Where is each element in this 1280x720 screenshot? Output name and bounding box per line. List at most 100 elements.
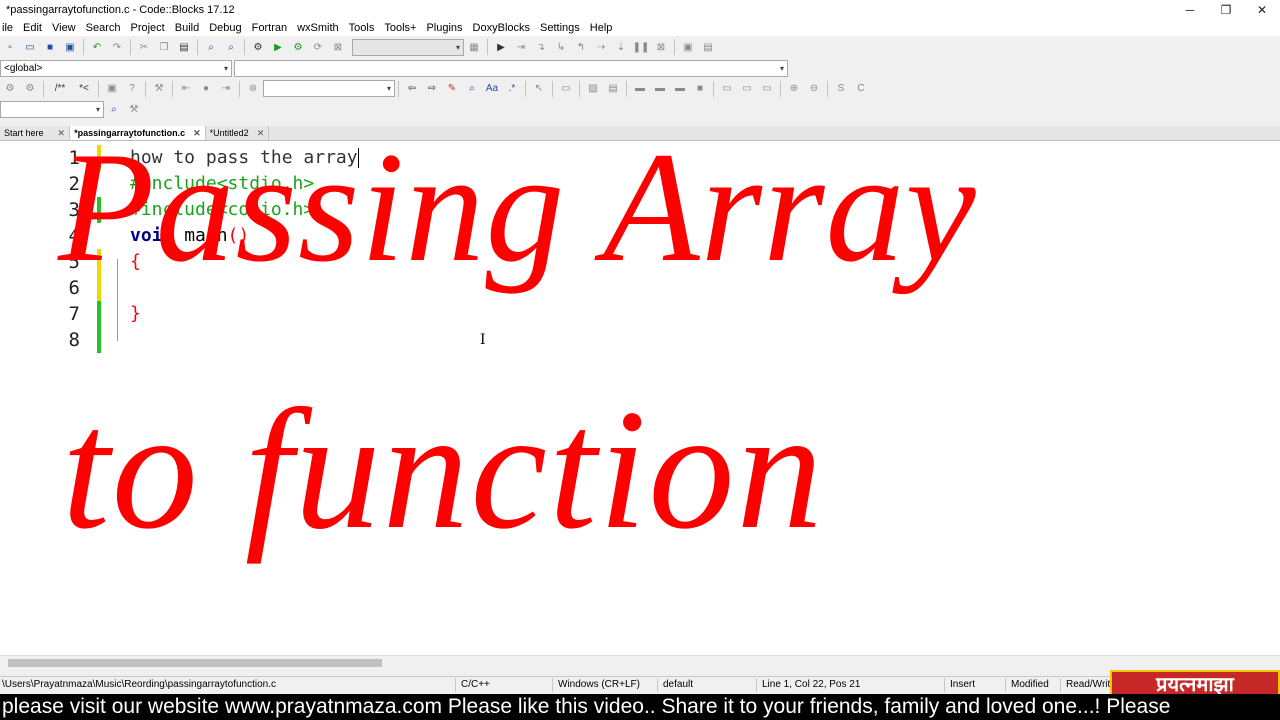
quick-search-combo[interactable]: ▾ [0,101,104,118]
function-select[interactable]: ▾ [234,59,788,77]
layout-icon[interactable]: ▬ [652,81,668,97]
line-comment-button[interactable]: *< [75,81,93,97]
symbol-s-icon[interactable]: S [833,81,849,97]
search-icon[interactable]: ⌕ [106,102,122,118]
stop-debug-icon[interactable]: ⊠ [653,39,669,55]
close-icon[interactable]: ✕ [193,128,201,139]
replace-icon[interactable]: ⌕ [223,39,239,55]
step-out-icon[interactable]: ↰ [573,39,589,55]
menu-tools-plus[interactable]: Tools+ [379,22,421,34]
rebuild-icon[interactable]: ⟳ [310,39,326,55]
menu-debug[interactable]: Debug [204,22,246,34]
open-file-icon[interactable]: ▭ [22,39,38,55]
redo-icon[interactable]: ↷ [109,39,125,55]
close-icon[interactable]: ✕ [58,128,66,139]
layout-icon[interactable]: ▬ [672,81,688,97]
menu-build[interactable]: Build [170,22,204,34]
menu-plugins[interactable]: Plugins [421,22,467,34]
cut-icon[interactable]: ✂ [136,39,152,55]
toolbar-separator [239,80,240,97]
save-icon[interactable]: ■ [42,39,58,55]
debug-info-icon[interactable]: ▤ [700,39,716,55]
abort-icon[interactable]: ⊠ [330,39,346,55]
document-icon[interactable]: ▤ [605,81,621,97]
menu-fortran[interactable]: Fortran [247,22,292,34]
frame-icon[interactable]: ▭ [759,81,775,97]
code-token: main [173,225,228,246]
next-instruction-icon[interactable]: ⇢ [593,39,609,55]
frame-icon[interactable]: ▭ [739,81,755,97]
menu-edit[interactable]: Edit [18,22,47,34]
line-number: 1 [68,147,80,169]
code-editor[interactable]: 1 2 3 4 5 6 7 8 how to pass the array #i… [0,141,1280,655]
minimize-button[interactable]: ─ [1172,0,1208,20]
build-and-run-icon[interactable]: ⚙ [290,39,306,55]
paste-icon[interactable]: ▤ [176,39,192,55]
save-all-icon[interactable]: ▣ [62,39,78,55]
step-into-icon[interactable]: ↳ [553,39,569,55]
copy-icon[interactable]: ❐ [156,39,172,55]
regex-match-icon[interactable]: .* [504,81,520,97]
toggle-bookmark-icon[interactable]: ● [198,81,214,97]
regex-icon[interactable]: ⊛ [245,81,261,97]
zoom-in-icon[interactable]: ⊕ [786,81,802,97]
doxywizard-icon[interactable]: ⚙ [2,81,18,97]
step-into-instruction-icon[interactable]: ⇣ [613,39,629,55]
menu-tools[interactable]: Tools [344,22,380,34]
zoom-out-icon[interactable]: ⊖ [806,81,822,97]
menu-search[interactable]: Search [81,22,126,34]
pause-icon[interactable]: ❚❚ [633,39,650,55]
find-next-icon[interactable]: ⇨ [424,81,440,97]
close-button[interactable]: ✕ [1244,0,1280,20]
tab-start-here[interactable]: Start here ✕ [0,126,71,140]
change-marker-saved [97,301,101,353]
menu-settings[interactable]: Settings [535,22,585,34]
search-options-icon[interactable]: ⚒ [126,102,142,118]
rectangle-icon[interactable]: ▭ [558,81,574,97]
tab-untitled2[interactable]: *Untitled2 ✕ [206,126,270,140]
line-number: 6 [68,277,80,299]
select-cursor-icon[interactable]: ↖ [531,81,547,97]
frame-icon[interactable]: ▭ [719,81,735,97]
menu-project[interactable]: Project [126,22,170,34]
debug-windows-icon[interactable]: ▣ [680,39,696,55]
preferences-wrench-icon[interactable]: ⚒ [151,81,167,97]
next-line-icon[interactable]: ↴ [533,39,549,55]
html-docs-icon[interactable]: ▣ [104,81,120,97]
run-to-cursor-icon[interactable]: ⇥ [513,39,529,55]
undo-icon[interactable]: ↶ [89,39,105,55]
debug-start-icon[interactable]: ▶ [493,39,509,55]
horizontal-scrollbar[interactable] [0,655,1280,669]
run-icon[interactable]: ▶ [270,39,286,55]
image-icon[interactable]: ▨ [585,81,601,97]
extract-docs-icon[interactable]: ⚙ [22,81,38,97]
find-icon[interactable]: ⌕ [203,39,219,55]
new-file-icon[interactable]: ▫ [2,39,18,55]
restore-button[interactable]: ❐ [1208,0,1244,20]
menu-wxsmith[interactable]: wxSmith [292,22,344,34]
prev-bookmark-icon[interactable]: ⇤ [178,81,194,97]
target-options-icon[interactable]: ▦ [466,39,482,55]
menu-help[interactable]: Help [585,22,618,34]
menu-file[interactable]: ile [0,22,18,34]
symbol-c-icon[interactable]: C [853,81,869,97]
layout-icon[interactable]: ■ [692,81,708,97]
find-prev-icon[interactable]: ⇦ [404,81,420,97]
scrollbar-thumb[interactable] [8,659,382,667]
menu-doxyblocks[interactable]: DoxyBlocks [468,22,535,34]
tab-passingarraytofunction[interactable]: *passingarraytofunction.c ✕ [70,126,206,140]
layout-icon[interactable]: ▬ [632,81,648,97]
close-icon[interactable]: ✕ [257,128,265,139]
block-comment-button[interactable]: /** [49,81,71,97]
search-combo[interactable]: ▾ [263,80,395,97]
select-found-icon[interactable]: ⌕ [464,81,480,97]
chm-docs-icon[interactable]: ? [124,81,140,97]
build-target-select[interactable]: ▾ [352,38,464,56]
next-bookmark-icon[interactable]: ⇥ [218,81,234,97]
match-case-icon[interactable]: Aa [484,81,500,97]
toolbar-separator [713,80,714,97]
scope-select[interactable]: <global> ▾ [0,59,232,77]
highlight-icon[interactable]: ✎ [444,81,460,97]
menu-view[interactable]: View [47,22,81,34]
build-gear-icon[interactable]: ⚙ [250,39,266,55]
